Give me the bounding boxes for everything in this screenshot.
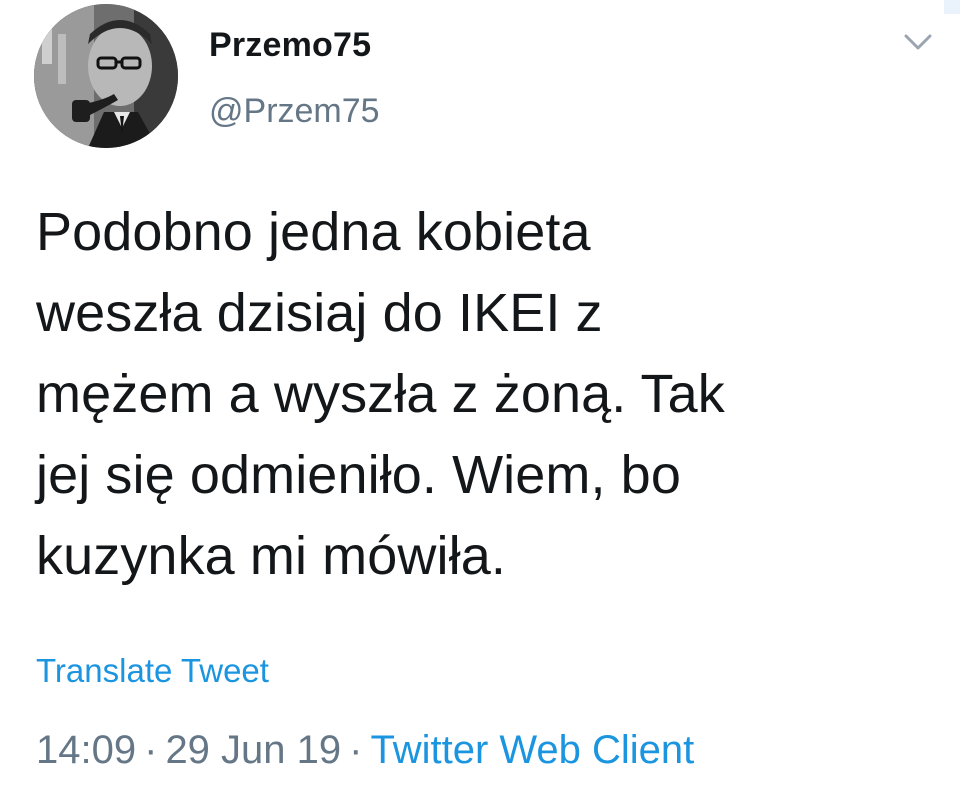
tweet-card: Przemo75 @Przem75 Podobno jedna kobieta … [0, 0, 960, 790]
tweet-client-link[interactable]: Twitter Web Client [370, 728, 694, 772]
chevron-down-icon[interactable] [898, 28, 938, 58]
translate-tweet-link[interactable]: Translate Tweet [36, 652, 269, 690]
tweet-date[interactable]: 29 Jun 19 [165, 728, 341, 772]
user-handle[interactable]: @Przem75 [209, 92, 380, 131]
edge-strip [944, 0, 960, 14]
tweet-time[interactable]: 14:09 [36, 728, 136, 772]
tweet-meta: 14:09 · 29 Jun 19 · Twitter Web Client [36, 728, 694, 773]
meta-separator: · [144, 728, 158, 772]
avatar-image [34, 4, 178, 148]
tweet-text: Podobno jedna kobieta weszła dzisiaj do … [36, 202, 725, 586]
avatar[interactable] [34, 4, 178, 148]
display-name[interactable]: Przemo75 [209, 26, 371, 65]
meta-separator: · [349, 728, 363, 772]
